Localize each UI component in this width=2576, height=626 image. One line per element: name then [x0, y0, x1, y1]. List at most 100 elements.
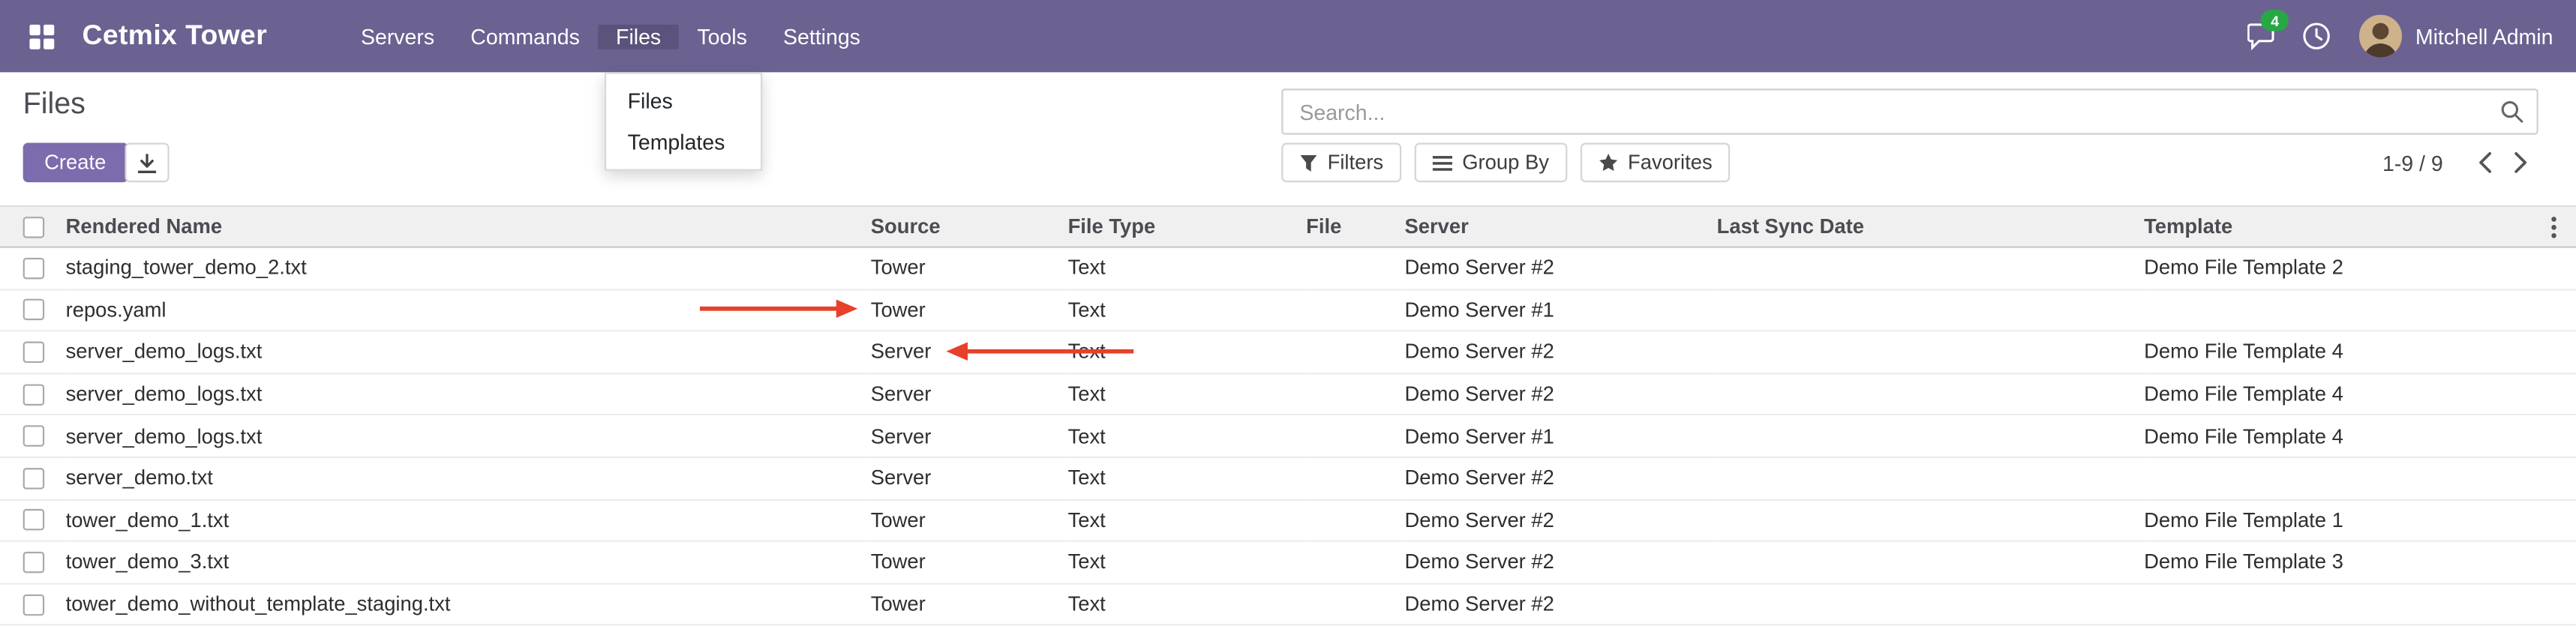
cell-server: Demo Server #2 — [1405, 457, 1717, 499]
cell-template: Demo File Template 3 — [2144, 541, 2576, 583]
cell-source: Tower — [871, 499, 1068, 541]
row-checkbox[interactable] — [23, 594, 44, 615]
cell-server: Demo Server #2 — [1405, 541, 1717, 583]
cell-server: Demo Server #1 — [1405, 289, 1717, 331]
avatar[interactable] — [2359, 15, 2402, 58]
cell-file-type: Text — [1068, 247, 1307, 289]
table-row[interactable]: server_demo_logs.txt Server Text Demo Se… — [0, 373, 2576, 415]
download-icon — [137, 152, 158, 173]
nav-item-servers[interactable]: Servers — [343, 24, 452, 49]
search-options: Filters Group By Favorites — [1281, 143, 1730, 183]
column-header-template[interactable]: Template — [2144, 206, 2576, 247]
cell-file-type: Text — [1068, 289, 1307, 331]
user-menu[interactable]: Mitchell Admin — [2415, 24, 2553, 49]
star-icon — [1599, 153, 1618, 172]
cell-rendered-name: tower_demo_without_template_staging.txt — [66, 583, 871, 625]
messages-badge: 4 — [2261, 10, 2289, 31]
dropdown-item-templates[interactable]: Templates — [606, 121, 761, 163]
row-checkbox[interactable] — [23, 510, 44, 531]
pager: 1-9 / 9 — [2382, 143, 2538, 183]
nav-item-settings[interactable]: Settings — [765, 24, 878, 49]
chevron-left-icon — [2477, 151, 2492, 174]
brand-title[interactable]: Cetmix Tower — [83, 19, 268, 52]
cell-template: Demo File Template 2 — [2144, 247, 2576, 289]
pager-next-button[interactable] — [2502, 143, 2538, 183]
favorites-button[interactable]: Favorites — [1581, 143, 1731, 183]
table-header-row: Rendered Name Source File Type File Serv… — [0, 206, 2576, 247]
search-button[interactable] — [2487, 100, 2537, 124]
cell-rendered-name: server_demo_logs.txt — [66, 373, 871, 415]
messages-button[interactable]: 4 — [2238, 0, 2290, 72]
cell-rendered-name: staging_tower_demo_2.txt — [66, 247, 871, 289]
pager-previous-button[interactable] — [2466, 143, 2502, 183]
select-all-checkbox[interactable] — [23, 216, 44, 237]
filters-label: Filters — [1328, 151, 1384, 174]
row-checkbox[interactable] — [23, 552, 44, 573]
files-list-view: Rendered Name Source File Type File Serv… — [0, 205, 2576, 626]
group-by-button[interactable]: Group By — [1415, 143, 1567, 183]
files-table: Rendered Name Source File Type File Serv… — [0, 205, 2576, 626]
cell-file-type: Text — [1068, 415, 1307, 457]
activity-button[interactable] — [2290, 0, 2343, 72]
page-title: Files — [23, 87, 86, 121]
table-row[interactable]: server_demo.txt Server Text Demo Server … — [0, 457, 2576, 499]
cell-file — [1306, 331, 1404, 373]
navbar-left: Cetmix Tower Servers Commands Files Tool… — [0, 0, 878, 72]
row-checkbox[interactable] — [23, 426, 44, 447]
column-header-last-sync-date[interactable]: Last Sync Date — [1717, 206, 2144, 247]
row-checkbox[interactable] — [23, 384, 44, 405]
table-row[interactable]: staging_tower_demo_2.txt Tower Text Demo… — [0, 247, 2576, 289]
cell-file — [1306, 541, 1404, 583]
column-header-file-type[interactable]: File Type — [1068, 206, 1307, 247]
cell-server: Demo Server #2 — [1405, 331, 1717, 373]
cell-source: Tower — [871, 289, 1068, 331]
cell-server: Demo Server #2 — [1405, 583, 1717, 625]
column-header-file[interactable]: File — [1306, 206, 1404, 247]
cell-file — [1306, 415, 1404, 457]
cell-rendered-name: tower_demo_1.txt — [66, 499, 871, 541]
cell-server: Demo Server #2 — [1405, 373, 1717, 415]
nav-item-tools[interactable]: Tools — [679, 24, 765, 49]
group-by-icon — [1433, 154, 1452, 172]
cell-template: Demo File Template 4 — [2144, 415, 2576, 457]
cell-server: Demo Server #2 — [1405, 247, 1717, 289]
table-row[interactable]: tower_demo_3.txt Tower Text Demo Server … — [0, 541, 2576, 583]
table-row[interactable]: server_demo_logs.txt Server Text Demo Se… — [0, 415, 2576, 457]
app-window: Cetmix Tower Servers Commands Files Tool… — [0, 0, 2576, 625]
cell-rendered-name: server_demo_logs.txt — [66, 331, 871, 373]
nav-item-commands[interactable]: Commands — [452, 24, 598, 49]
row-checkbox[interactable] — [23, 342, 44, 363]
cell-rendered-name: server_demo.txt — [66, 457, 871, 499]
cell-file — [1306, 583, 1404, 625]
cell-file-type: Text — [1068, 457, 1307, 499]
filters-button[interactable]: Filters — [1281, 143, 1401, 183]
row-checkbox[interactable] — [23, 299, 44, 320]
cell-file-type: Text — [1068, 583, 1307, 625]
table-row[interactable]: tower_demo_1.txt Tower Text Demo Server … — [0, 499, 2576, 541]
table-row[interactable]: server_demo_logs.txt Server Text Demo Se… — [0, 331, 2576, 373]
cell-last-sync-date — [1717, 289, 2144, 331]
column-header-source[interactable]: Source — [871, 206, 1068, 247]
navbar-right: 4 Mitchell Admin — [2238, 0, 2576, 72]
cell-source: Tower — [871, 583, 1068, 625]
nav-item-files[interactable]: Files — [598, 24, 679, 49]
cell-server: Demo Server #1 — [1405, 415, 1717, 457]
optional-columns-toggle[interactable] — [2541, 214, 2565, 240]
column-header-rendered-name[interactable]: Rendered Name — [66, 206, 871, 247]
apps-menu-icon[interactable] — [17, 0, 66, 72]
cell-source: Server — [871, 415, 1068, 457]
dropdown-item-files[interactable]: Files — [606, 80, 761, 121]
cell-file — [1306, 289, 1404, 331]
column-header-server[interactable]: Server — [1405, 206, 1717, 247]
create-button[interactable]: Create — [23, 143, 128, 183]
top-navbar: Cetmix Tower Servers Commands Files Tool… — [0, 0, 2576, 72]
row-checkbox[interactable] — [23, 257, 44, 278]
grid-icon — [27, 22, 55, 50]
search-input[interactable] — [1283, 100, 2487, 124]
row-checkbox[interactable] — [23, 468, 44, 489]
cell-rendered-name: tower_demo_3.txt — [66, 541, 871, 583]
export-button[interactable] — [125, 143, 169, 183]
table-row[interactable]: tower_demo_without_template_staging.txt … — [0, 583, 2576, 625]
cell-server: Demo Server #2 — [1405, 499, 1717, 541]
table-row[interactable]: repos.yaml Tower Text Demo Server #1 — [0, 289, 2576, 331]
